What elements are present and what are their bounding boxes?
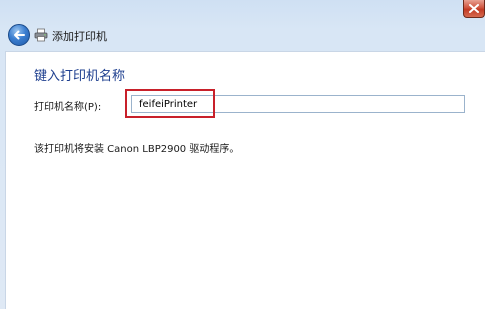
printer-icon <box>34 28 48 42</box>
printer-name-label: 打印机名称(P): <box>34 102 102 113</box>
content-panel: 键入打印机名称 打印机名称(P): 该打印机将安装 Canon LBP2900 … <box>5 51 485 309</box>
add-printer-window: 添加打印机 键入打印机名称 打印机名称(P): 该打印机将安装 Canon LB… <box>0 0 485 309</box>
page-heading: 键入打印机名称 <box>34 69 126 84</box>
window-title: 添加打印机 <box>52 30 107 43</box>
printer-name-input[interactable] <box>131 95 465 113</box>
close-icon <box>469 4 479 13</box>
driver-info-text: 该打印机将安装 Canon LBP2900 驱动程序。 <box>34 144 240 155</box>
back-button[interactable] <box>8 24 30 46</box>
close-button[interactable] <box>463 0 485 18</box>
title-bar: 添加打印机 <box>0 20 485 50</box>
back-arrow-icon <box>14 30 25 40</box>
